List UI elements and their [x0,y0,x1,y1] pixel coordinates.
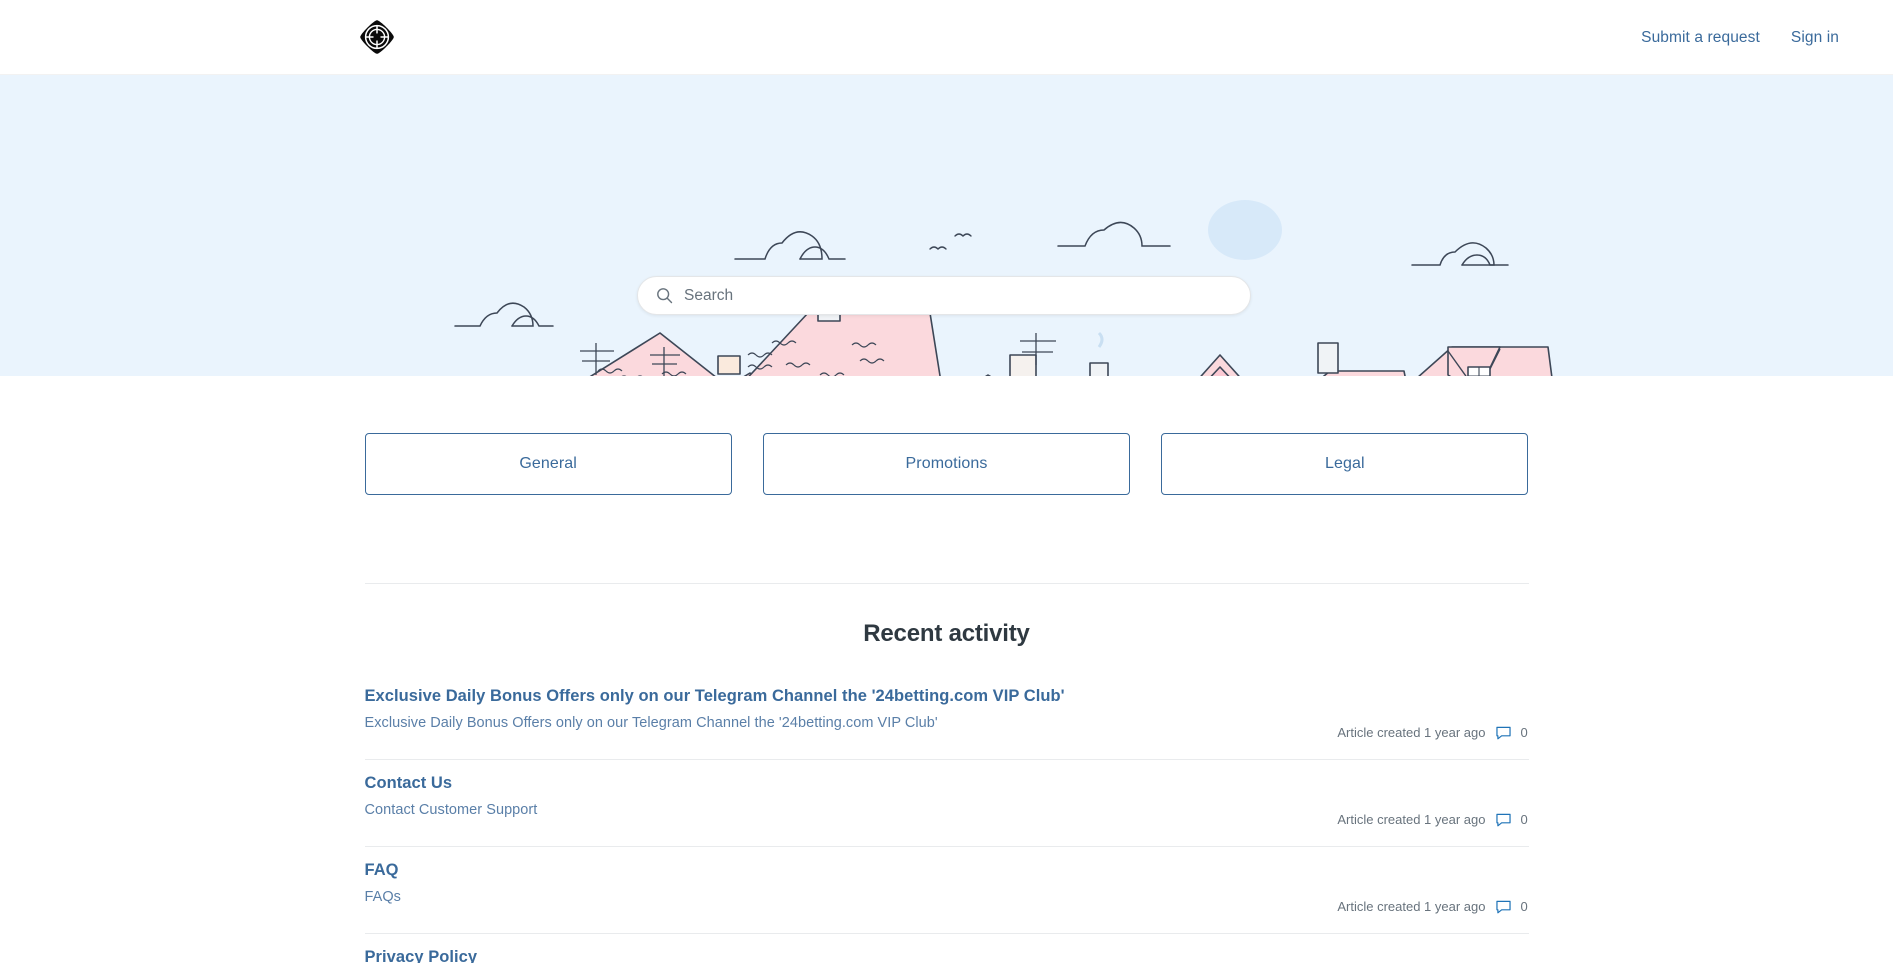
comment-icon [1495,726,1511,739]
recent-activity-list: Exclusive Daily Bonus Offers only on our… [364,648,1529,963]
comment-icon [1495,813,1511,826]
activity-title-link[interactable]: Contact Us [365,774,453,793]
header-nav: Submit a request Sign in [1641,0,1839,75]
category-label-general: General [519,455,577,472]
category-block-general[interactable]: General [364,433,732,495]
activity-row: FAQ FAQs Article created 1 year ago 0 [364,847,1529,934]
header-link-submit-a-request[interactable]: Submit a request [1641,29,1760,47]
comment-icon [1495,900,1511,913]
activity-created-text: Article created 1 year ago [1337,725,1486,740]
search-box[interactable] [637,276,1251,315]
activity-comment-count: 0 [1520,899,1528,914]
category-label-legal: Legal [1324,455,1365,472]
activity-meta: Article created 1 year ago 0 [1337,899,1528,914]
activity-title-link[interactable]: Privacy Policy [365,948,478,963]
activity-row: Privacy Policy [365,934,1529,963]
category-block-legal[interactable]: Legal [1161,433,1529,495]
header-link-sign-in[interactable]: Sign in [1791,29,1839,47]
activity-meta: Article created 1 year ago 0 [1337,725,1528,740]
search-icon [657,288,673,304]
activity-row: Contact Us Contact Customer Support Arti… [364,760,1529,847]
site-header: Submit a request Sign in [0,0,1893,75]
search-input[interactable] [684,286,1232,305]
town-rooftops-illustration [0,75,1893,376]
hero-banner [0,75,1893,376]
activity-title-link[interactable]: Exclusive Daily Bonus Offers only on our… [365,687,1065,706]
activity-meta: Article created 1 year ago 0 [1337,812,1528,827]
activity-created-text: Article created 1 year ago [1337,812,1486,827]
category-label-promotions: Promotions [905,455,988,472]
recent-activity-title: Recent activity [863,620,1030,647]
recent-activity-section: Recent activity Exclusive Daily Bonus Of… [364,495,1529,963]
category-blocks: General Promotions Legal [364,376,1529,495]
brand-diamond-logo-icon [360,20,394,54]
category-block-promotions[interactable]: Promotions [762,433,1131,495]
search-bar[interactable] [637,276,1251,315]
brand-logo[interactable] [358,18,396,56]
activity-comment-count: 0 [1520,812,1528,827]
activity-created-text: Article created 1 year ago [1337,899,1486,914]
activity-row: Exclusive Daily Bonus Offers only on our… [364,673,1529,760]
activity-title-link[interactable]: FAQ [365,861,399,880]
activity-comment-count: 0 [1520,725,1528,740]
